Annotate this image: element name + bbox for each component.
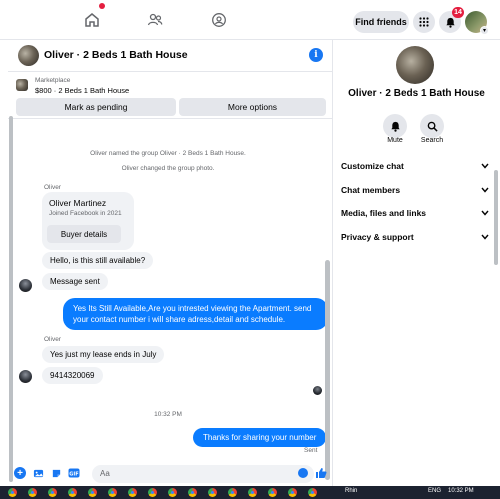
chat-header: Oliver · 2 Beds 1 Bath House i <box>8 40 333 72</box>
privacy-support-row[interactable]: Privacy & support <box>341 229 489 245</box>
message-bubble-incoming[interactable]: Hello, is this still available? <box>42 252 154 269</box>
buyer-name: Oliver Martinez <box>49 198 107 208</box>
gif-icon[interactable]: GIF <box>68 467 80 479</box>
chrome-taskbar-icon[interactable] <box>108 488 117 497</box>
menu-grid-icon[interactable] <box>413 11 435 33</box>
details-scrollbar[interactable] <box>494 170 498 265</box>
chat-title[interactable]: Oliver · 2 Beds 1 Bath House <box>44 49 188 61</box>
chrome-taskbar-icon[interactable] <box>48 488 57 497</box>
sent-status: Sent <box>304 447 318 454</box>
sender-avatar[interactable] <box>19 279 32 292</box>
media-files-links-row[interactable]: Media, files and links <box>341 205 489 221</box>
svg-text:GIF: GIF <box>69 471 78 477</box>
sender-name: Oliver <box>44 336 61 343</box>
system-message: Oliver named the group Oliver · 2 Beds 1… <box>90 150 246 157</box>
group-photo-large[interactable] <box>396 46 434 84</box>
info-icon[interactable]: i <box>309 48 323 62</box>
group-title: Oliver · 2 Beds 1 Bath House <box>348 88 485 99</box>
more-options-button[interactable]: More options <box>179 98 326 116</box>
row-label: Media, files and links <box>341 208 427 218</box>
row-label: Privacy & support <box>341 232 414 242</box>
buyer-details-button[interactable]: Buyer details <box>47 225 121 243</box>
message-list: Oliver named the group Oliver · 2 Beds 1… <box>8 120 333 462</box>
thumbs-up-icon[interactable] <box>315 467 327 479</box>
sender-name: Oliver <box>44 184 61 191</box>
message-input[interactable]: Aa <box>92 465 314 483</box>
message-bubble-outgoing[interactable]: Yes Its Still Available,Are you intreste… <box>63 298 328 330</box>
chat-panel: Oliver · 2 Beds 1 Bath House i Marketpla… <box>8 40 333 486</box>
chrome-taskbar-icon[interactable] <box>268 488 277 497</box>
conversation-details-panel: Oliver · 2 Beds 1 Bath House Mute Search… <box>333 40 500 486</box>
taskbar-app-label[interactable]: Rhin <box>345 488 357 494</box>
notification-count-badge: 14 <box>452 7 464 18</box>
top-navigation: Find friends 14 ▾ <box>0 0 500 40</box>
chrome-taskbar-icon[interactable] <box>148 488 157 497</box>
row-label: Customize chat <box>341 161 404 171</box>
find-friends-button[interactable]: Find friends <box>353 11 409 33</box>
chrome-taskbar-icon[interactable] <box>168 488 177 497</box>
chrome-taskbar-icon[interactable] <box>288 488 297 497</box>
customize-chat-row[interactable]: Customize chat <box>341 158 489 174</box>
chrome-taskbar-icon[interactable] <box>208 488 217 497</box>
row-label: Chat members <box>341 185 401 195</box>
buyer-joined: Joined Facebook in 2021 <box>49 210 122 217</box>
groups-icon[interactable] <box>208 9 230 31</box>
mute-bell-icon[interactable] <box>383 114 407 138</box>
image-icon[interactable] <box>32 467 44 479</box>
chrome-taskbar-icon[interactable] <box>228 488 237 497</box>
facebook-window: { "topnav": { "find_friends": "Find frie… <box>0 0 500 499</box>
chevron-down-icon <box>481 234 489 240</box>
message-bubble-incoming[interactable]: Message sent <box>42 273 108 290</box>
home-notification-dot <box>99 3 105 9</box>
chrome-taskbar-icon[interactable] <box>248 488 257 497</box>
sender-avatar[interactable] <box>19 370 32 383</box>
message-bubble-incoming[interactable]: Yes just my lease ends in July <box>42 346 165 363</box>
message-bubble-outgoing[interactable]: Thanks for sharing your number <box>193 428 327 447</box>
listing-title[interactable]: $800 · 2 Beds 1 Bath House <box>35 86 129 95</box>
buyer-profile-card: Oliver Martinez Joined Facebook in 2021 … <box>42 192 134 250</box>
seen-avatar <box>313 386 322 395</box>
page-scrollbar[interactable] <box>9 116 13 482</box>
chevron-down-icon <box>481 187 489 193</box>
chat-members-row[interactable]: Chat members <box>341 182 489 198</box>
search-icon[interactable] <box>420 114 444 138</box>
chevron-down-icon[interactable]: ▾ <box>480 26 489 35</box>
friends-icon[interactable] <box>144 9 166 31</box>
chat-scrollbar[interactable] <box>325 260 330 480</box>
search-label[interactable]: Search <box>412 137 452 144</box>
mute-label[interactable]: Mute <box>375 137 415 144</box>
home-icon[interactable] <box>81 9 103 31</box>
mark-as-pending-button[interactable]: Mark as pending <box>16 98 176 116</box>
chrome-taskbar-icon[interactable] <box>308 488 317 497</box>
message-timestamp: 10:32 PM <box>154 411 182 418</box>
language-indicator[interactable]: ENG <box>428 488 441 494</box>
plus-icon[interactable]: + <box>14 467 26 479</box>
chrome-taskbar-icon[interactable] <box>128 488 137 497</box>
emoji-icon[interactable] <box>298 468 308 478</box>
chevron-down-icon <box>481 163 489 169</box>
os-taskbar: Rhin ENG 10:32 PM <box>0 486 500 499</box>
system-message: Oliver changed the group photo. <box>121 165 215 172</box>
chevron-down-icon <box>481 210 489 216</box>
chrome-taskbar-icon[interactable] <box>28 488 37 497</box>
chrome-taskbar-icon[interactable] <box>8 488 17 497</box>
chrome-taskbar-icon[interactable] <box>88 488 97 497</box>
chrome-taskbar-icon[interactable] <box>68 488 77 497</box>
message-bubble-incoming[interactable]: 9414320069 <box>42 367 103 384</box>
listing-thumbnail[interactable] <box>16 79 28 91</box>
chrome-taskbar-icon[interactable] <box>188 488 197 497</box>
sticker-icon[interactable] <box>50 467 62 479</box>
group-photo[interactable] <box>18 45 39 66</box>
marketplace-label: Marketplace <box>35 77 71 84</box>
message-composer: + GIF Aa <box>8 462 333 486</box>
system-clock[interactable]: 10:32 PM <box>448 488 474 494</box>
